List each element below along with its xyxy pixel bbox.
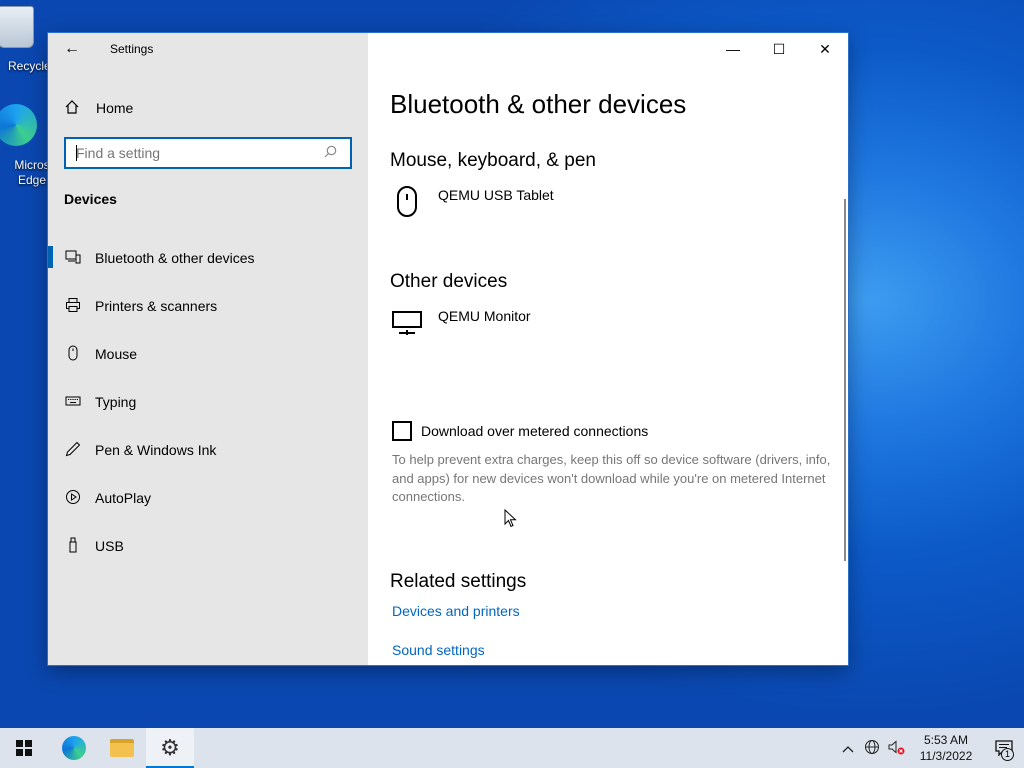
chevron-up-icon[interactable] [836,740,860,756]
sidebar-item-label: AutoPlay [95,490,152,506]
sidebar-item-pen[interactable]: Pen & Windows Ink [48,426,368,474]
usb-icon [64,537,82,556]
sidebar-item-autoplay[interactable]: AutoPlay [48,474,368,522]
mouse-device-icon [390,185,422,219]
edge-icon [0,104,37,146]
mouse-cursor-icon [504,509,517,528]
sidebar-item-label: Mouse [95,346,138,362]
notification-count-badge: 1 [1001,748,1014,761]
mouse-icon [64,345,82,364]
link-devices-and-printers[interactable]: Devices and printers [392,603,520,619]
monitor-device-icon [390,306,422,340]
clock-time: 5:53 AM [923,733,969,747]
taskbar-file-explorer-button[interactable] [98,728,146,768]
section-heading-other-devices: Other devices [390,271,508,292]
home-label: Home [96,100,134,116]
sidebar-item-label: Bluetooth & other devices [95,250,255,266]
edge-icon [62,736,86,760]
metered-description: To help prevent extra charges, keep this… [392,452,831,504]
device-name: QEMU Monitor [438,308,531,324]
page-title: Bluetooth & other devices [390,89,687,119]
system-tray: 5:53 AM 11/3/2022 1 [836,728,1024,768]
scrollbar[interactable] [844,199,846,561]
sidebar: ← Settings Home Devices Bluetooth & oth [48,33,368,665]
app-title: Settings [110,42,154,56]
recycle-bin-icon [0,6,34,48]
sidebar-item-label: USB [95,538,124,554]
folder-icon [110,739,134,757]
close-button[interactable]: ✕ [802,33,848,65]
sidebar-item-label: Printers & scanners [95,298,218,314]
home-icon [64,99,80,118]
gear-icon: ⚙ [160,735,180,760]
clock-date: 11/3/2022 [919,749,973,763]
bluetooth-devices-icon [64,249,82,268]
action-center-button[interactable]: 1 [984,728,1024,768]
section-title: Devices [64,191,117,207]
sidebar-item-bluetooth[interactable]: Bluetooth & other devices [48,234,368,282]
sidebar-item-mouse[interactable]: Mouse [48,330,368,378]
window-controls: — ☐ ✕ [710,33,848,65]
device-name: QEMU USB Tablet [438,187,554,203]
checkbox-label: Download over metered connections [421,423,649,439]
search-input[interactable] [66,145,324,161]
desktop-icon-label: Micros Edge [14,158,50,187]
autoplay-icon [64,489,82,508]
close-icon: ✕ [819,40,831,57]
clock[interactable]: 5:53 AM 11/3/2022 [908,732,984,764]
back-arrow-icon: ← [64,40,80,57]
network-globe-icon[interactable] [860,739,884,758]
start-button[interactable] [0,728,48,768]
text-caret [76,145,77,161]
device-qemu-monitor[interactable]: QEMU Monitor [390,306,531,340]
sidebar-item-printers[interactable]: Printers & scanners [48,282,368,330]
taskbar-settings-button[interactable]: ⚙ [146,728,194,768]
back-button[interactable]: ← [60,39,84,59]
sidebar-item-usb[interactable]: USB [48,522,368,570]
maximize-icon: ☐ [772,40,786,57]
sidebar-item-home[interactable]: Home [64,96,133,120]
metered-connections-option[interactable]: Download over metered connections [392,421,648,441]
sidebar-item-label: Pen & Windows Ink [95,442,217,458]
windows-logo-icon [16,740,32,756]
content-pane: — ☐ ✕ Bluetooth & other devices Mouse, k… [368,33,848,665]
title-bar: ← Settings [48,33,368,65]
maximize-button[interactable]: ☐ [756,33,802,65]
pen-icon [64,441,82,460]
link-sound-settings[interactable]: Sound settings [392,642,485,658]
sidebar-nav: Bluetooth & other devices Printers & sca… [48,234,368,570]
sidebar-item-label: Typing [95,394,137,410]
section-heading-mouse-keyboard-pen: Mouse, keyboard, & pen [390,150,596,171]
search-icon[interactable] [324,145,344,161]
taskbar: ⚙ 5:53 AM 11/3/2022 1 [0,728,1024,768]
search-box[interactable] [64,137,352,169]
section-heading-related-settings: Related settings [390,571,527,592]
desktop-icon-label: Recycle [8,59,51,73]
device-qemu-usb-tablet[interactable]: QEMU USB Tablet [390,185,554,219]
keyboard-icon [64,393,82,412]
minimize-button[interactable]: — [710,33,756,65]
printer-icon [64,297,82,316]
settings-window: ← Settings Home Devices Bluetooth & oth [48,33,848,665]
metered-connections-checkbox[interactable] [392,421,412,441]
minimize-icon: — [726,41,740,57]
taskbar-edge-button[interactable] [50,728,98,768]
volume-muted-icon[interactable] [884,739,908,758]
sidebar-item-typing[interactable]: Typing [48,378,368,426]
